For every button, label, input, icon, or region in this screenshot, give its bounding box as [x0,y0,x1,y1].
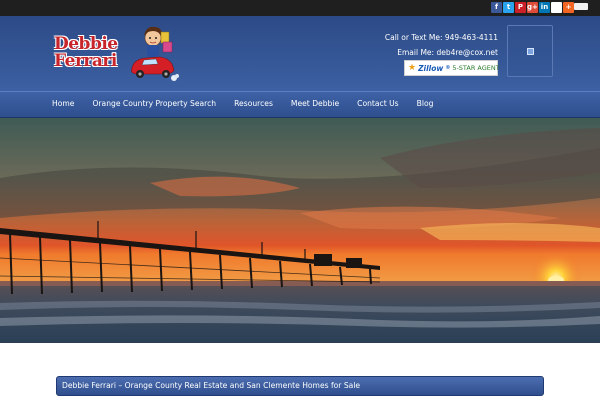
social-bar: f t Pg+ in + [0,0,600,16]
pier-sunset-image [0,118,600,343]
facebook-icon[interactable]: f [491,2,502,13]
registered-mark-icon: ® [445,65,451,71]
nav-home[interactable]: Home [52,99,74,108]
google-plus-icon[interactable]: g+ [527,2,538,13]
linkedin-icon[interactable]: in [539,2,550,13]
zillow-brand: Zillow [418,63,444,73]
social-expand-icon[interactable] [574,3,588,10]
nav-meet-debbie[interactable]: Meet Debbie [291,99,339,108]
zillow-badge[interactable]: ★ Zillow ® 5-STAR AGENT [404,60,500,76]
nav-blog[interactable]: Blog [417,99,434,108]
main-navigation: Home Orange Country Property Search Resour… [0,91,600,118]
zillow-badge-label: 5-STAR AGENT [452,64,500,72]
page-title: Debbie Ferrari – Orange County Real Esta… [56,376,544,396]
social-icons: f t Pg+ in + [491,2,574,13]
delicious-icon[interactable] [551,2,562,13]
broken-image-icon[interactable] [527,48,534,55]
email-text[interactable]: Email Me: deb4re@cox.net [385,47,498,61]
header-widget-frame [507,25,553,77]
site-header: Debbie Ferrari Call or Text Me: 949-463-… [0,16,600,91]
logo-car-caricature-icon [131,26,179,81]
contact-info: Call or Text Me: 949-463-4111 Email Me: … [385,32,498,61]
phone-text[interactable]: Call or Text Me: 949-463-4111 [385,32,498,46]
hero-banner [0,118,600,343]
twitter-icon[interactable]: t [503,2,514,13]
nav-resources[interactable]: Resources [234,99,273,108]
share-plus-icon[interactable]: + [563,2,574,13]
main-content: Debbie Ferrari – Orange County Real Esta… [0,343,600,400]
nav-contact-us[interactable]: Contact Us [357,99,398,108]
nav-menu: Home Orange Country Property Search Resour… [52,99,451,108]
pinterest-icon[interactable]: P [515,2,526,13]
site-logo[interactable]: Debbie Ferrari [50,24,180,84]
nav-property-search[interactable]: Orange Country Property Search [92,99,216,108]
star-icon: ★ [408,62,417,73]
